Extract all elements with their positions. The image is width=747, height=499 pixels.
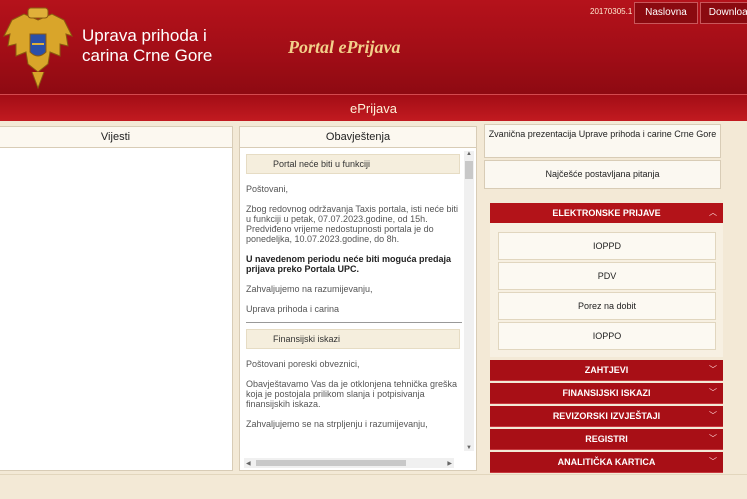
menu-item-zahtjevi[interactable]: ZAHTJEVI ﹀ (490, 360, 723, 381)
menu-item-revizorski-izvjestaji[interactable]: REVIZORSKI IZVJEŠTAJI ﹀ (490, 406, 723, 427)
menu-item-finansijski-iskazi[interactable]: FINANSIJSKI ISKAZI ﹀ (490, 383, 723, 404)
header: Uprava prihoda i carina Crne Gore Portal… (0, 0, 747, 94)
chevron-up-icon: ︿ (709, 208, 717, 217)
notice-title: Finansijski iskazi (246, 329, 460, 349)
horizontal-scrollbar[interactable]: ◀ ▶ (244, 458, 454, 468)
notice-greeting: Poštovani poreski obveznici, (246, 359, 360, 369)
scroll-left-icon[interactable]: ◀ (246, 460, 251, 467)
notices-content[interactable]: Portal neće biti u funkciji Poštovani, Z… (240, 148, 468, 456)
subbar-title: ePrijava (350, 101, 397, 116)
menu-item-label: ZAHTJEVI (584, 365, 629, 375)
submenu-item-ioppo[interactable]: IOPPO (498, 322, 716, 350)
vertical-scrollbar[interactable]: ▲ ▼ (464, 151, 474, 451)
scroll-thumb[interactable] (256, 460, 406, 466)
submenu-item-ioppd[interactable]: IOPPD (498, 232, 716, 260)
electronic-returns-submenu: IOPPD PDV Porez na dobit IOPPO (490, 223, 723, 357)
notice-thanks: Zahvaljujemo se na strpljenju i razumije… (246, 419, 428, 429)
notice-thanks: Zahvaljujemo na razumijevanju, (246, 284, 373, 294)
chevron-down-icon: ﹀ (709, 457, 717, 466)
coat-of-arms-icon (3, 7, 73, 90)
menu-item-label: REVIZORSKI IZVJEŠTAJI (552, 411, 661, 421)
electronic-returns-header[interactable]: ELEKTRONSKE PRIJAVE ︿ (490, 203, 723, 223)
notice-body: Obavještavamo Vas da je otklonjena tehni… (246, 379, 457, 409)
chevron-down-icon: ﹀ (709, 411, 717, 420)
scroll-thumb[interactable] (465, 161, 473, 179)
menu-item-label: FINANSIJSKI ISKAZI (562, 388, 651, 398)
notice-signature: Uprava prihoda i carina (246, 304, 340, 314)
chevron-down-icon: ﹀ (709, 434, 717, 443)
notices-panel-title: Obavještenja (240, 127, 476, 148)
scroll-down-icon[interactable]: ▼ (466, 445, 472, 451)
electronic-returns-title: ELEKTRONSKE PRIJAVE (552, 208, 661, 218)
scroll-up-icon[interactable]: ▲ (466, 151, 472, 157)
news-panel-title: Vijesti (0, 127, 232, 148)
official-site-link[interactable]: Zvanična prezentacija Uprave prihoda i c… (484, 124, 721, 158)
subbar: ePrijava (0, 94, 747, 121)
notices-panel: Obavještenja Portal neće biti u funkciji… (239, 126, 477, 471)
submenu-item-porez-na-dobit[interactable]: Porez na dobit (498, 292, 716, 320)
notice-body: Zbog redovnog održavanja Taxis portala, … (246, 204, 458, 244)
portal-title: Portal ePrijava (288, 37, 401, 57)
submenu-item-pdv[interactable]: PDV (498, 262, 716, 290)
menu-item-registri[interactable]: REGISTRI ﹀ (490, 429, 723, 450)
version-label: 20170305.1 (590, 7, 633, 16)
divider (246, 322, 462, 323)
chevron-down-icon: ﹀ (709, 365, 717, 374)
news-panel: Vijesti (0, 126, 233, 471)
notice-title: Portal neće biti u funkciji (246, 154, 460, 174)
notice-greeting: Poštovani, (246, 184, 289, 194)
faq-link[interactable]: Najčešće postavljana pitanja (484, 160, 721, 189)
nav-home-button[interactable]: Naslovna (634, 2, 698, 24)
menu-item-analiticka-kartica[interactable]: ANALITIČKA KARTICA ﹀ (490, 452, 723, 473)
scroll-right-icon[interactable]: ▶ (447, 460, 452, 467)
footer (0, 474, 747, 499)
org-name: Uprava prihoda i carina Crne Gore (82, 26, 213, 65)
chevron-down-icon: ﹀ (709, 388, 717, 397)
menu-item-label: REGISTRI (585, 434, 628, 444)
nav-download-button[interactable]: Download (700, 2, 747, 24)
notice-bold-text: U navedenom periodu neće biti moguća pre… (246, 254, 452, 274)
menu-item-label: ANALITIČKA KARTICA (557, 457, 656, 467)
